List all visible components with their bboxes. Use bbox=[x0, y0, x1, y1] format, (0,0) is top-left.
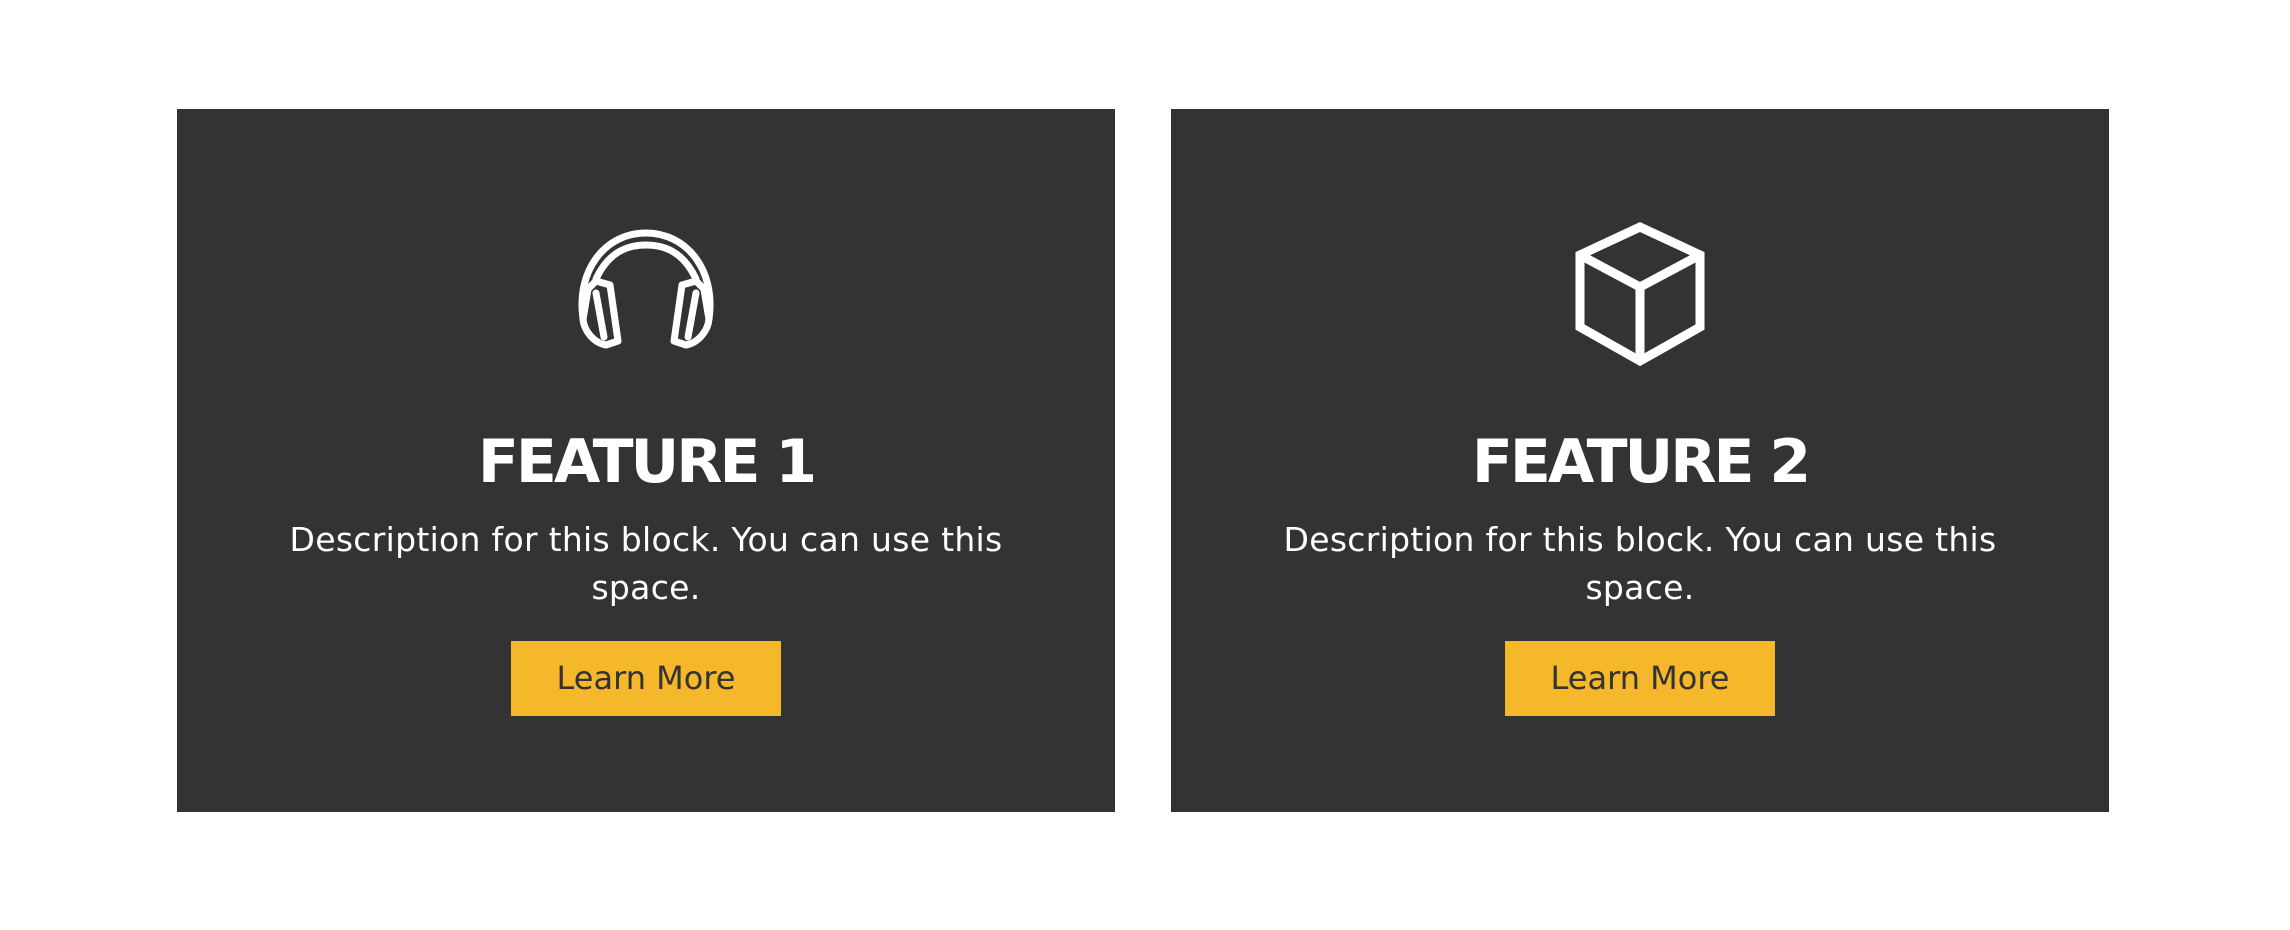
feature-description: Description for this block. You can use … bbox=[1283, 520, 1997, 607]
headphones-icon bbox=[566, 219, 726, 379]
feature-card-1: FEATURE 1 Description for this block. Yo… bbox=[177, 109, 1115, 812]
feature-description: Description for this block. You can use … bbox=[289, 520, 1003, 607]
learn-more-button[interactable]: Learn More bbox=[511, 641, 781, 716]
feature-title: FEATURE 1 bbox=[477, 427, 817, 497]
feature-card-2: FEATURE 2 Description for this block. Yo… bbox=[1171, 109, 2109, 812]
learn-more-button[interactable]: Learn More bbox=[1505, 641, 1775, 716]
feature-title: FEATURE 2 bbox=[1471, 427, 1811, 497]
cube-icon bbox=[1560, 219, 1720, 379]
